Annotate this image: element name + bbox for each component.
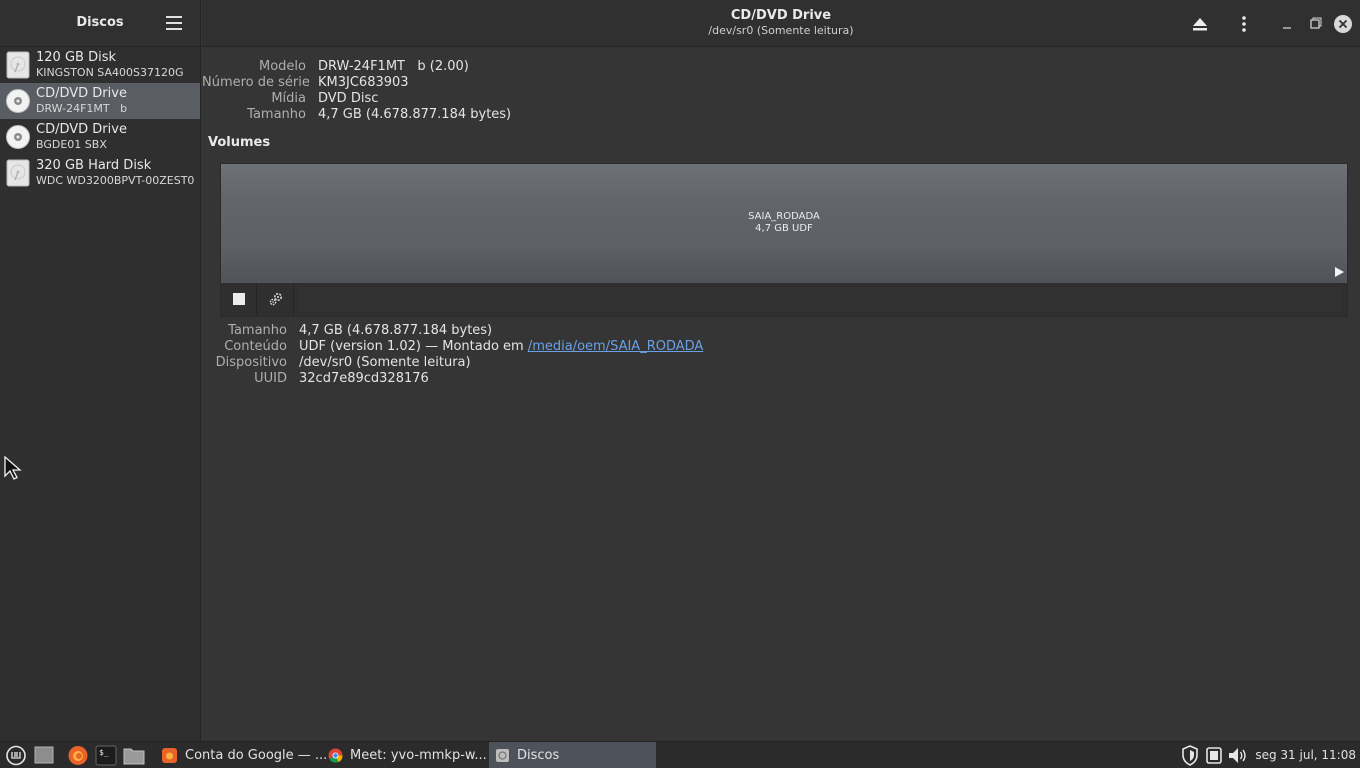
hard-disk-icon bbox=[6, 159, 30, 187]
svg-text:$_: $_ bbox=[99, 748, 109, 757]
hard-disk-icon bbox=[6, 51, 30, 79]
play-icon[interactable] bbox=[1334, 267, 1344, 277]
menu-icon[interactable] bbox=[166, 16, 182, 30]
size-value: 4,7 GB (4.678.877.184 bytes) bbox=[318, 107, 512, 122]
volume-size-value: 4,7 GB (4.678.877.184 bytes) bbox=[299, 323, 493, 338]
disk-item-cd-dvd-drive-2[interactable]: CD/DVD Drive BGDE01 SBX bbox=[0, 119, 200, 155]
show-desktop-icon[interactable] bbox=[32, 742, 56, 768]
serial-value: KM3JC683903 bbox=[318, 75, 409, 90]
files-launcher-icon[interactable] bbox=[122, 742, 146, 768]
disk-name: 120 GB Disk bbox=[36, 50, 116, 65]
taskbar-window-label: Conta do Google — ... bbox=[185, 748, 328, 763]
optical-disc-icon bbox=[6, 125, 30, 149]
content-label: Conteúdo bbox=[224, 339, 287, 354]
taskbar-window-firefox[interactable]: Conta do Google — ... bbox=[154, 742, 327, 768]
mint-menu-icon[interactable] bbox=[4, 742, 28, 768]
more-options-icon[interactable] bbox=[1230, 10, 1258, 38]
unmount-button[interactable] bbox=[221, 283, 257, 316]
volume-name: SAIA_RODADA bbox=[748, 211, 820, 222]
stop-icon bbox=[233, 293, 245, 305]
device-value: /dev/sr0 (Somente leitura) bbox=[299, 355, 471, 370]
close-icon[interactable] bbox=[1329, 10, 1357, 38]
media-label: Mídia bbox=[271, 91, 306, 106]
model-label: Modelo bbox=[259, 59, 306, 74]
media-value: DVD Disc bbox=[318, 91, 379, 106]
eject-icon[interactable] bbox=[1186, 10, 1214, 38]
disk-item-cd-dvd-drive-1[interactable]: CD/DVD Drive DRW-24F1MT b bbox=[0, 83, 200, 119]
disk-item-120gb[interactable]: 120 GB Disk KINGSTON SA400S37120G bbox=[0, 47, 200, 83]
terminal-launcher-icon[interactable]: $_ bbox=[94, 742, 118, 768]
disk-name: CD/DVD Drive bbox=[36, 86, 127, 101]
volumes-heading: Volumes bbox=[208, 135, 271, 150]
volume-settings-button[interactable] bbox=[258, 283, 294, 316]
model-value: DRW-24F1MT b (2.00) bbox=[318, 59, 469, 74]
disk-item-320gb[interactable]: 320 GB Hard Disk WDC WD3200BPVT-00ZEST0 bbox=[0, 155, 200, 191]
firefox-launcher-icon[interactable] bbox=[66, 742, 90, 768]
disk-model: WDC WD3200BPVT-00ZEST0 bbox=[36, 174, 195, 187]
disk-name: CD/DVD Drive bbox=[36, 122, 127, 137]
mount-point-link[interactable]: /media/oem/SAIA_RODADA bbox=[528, 339, 703, 354]
sidebar: Discos 120 GB Disk KINGSTON SA400S37120G… bbox=[0, 0, 201, 741]
sidebar-header: Discos bbox=[0, 0, 200, 47]
firefox-icon bbox=[162, 748, 177, 763]
disks-icon bbox=[496, 749, 509, 762]
uuid-label: UUID bbox=[254, 371, 287, 386]
content-value: UDF (version 1.02) — Montado em /media/o… bbox=[299, 339, 703, 354]
uuid-value: 32cd7e89cd328176 bbox=[299, 371, 429, 386]
volume-toolbar bbox=[221, 283, 1347, 316]
optical-disc-icon bbox=[6, 89, 30, 113]
disk-model: DRW-24F1MT b bbox=[36, 102, 128, 115]
drive-details: Modelo DRW-24F1MT b (2.00) Número de sér… bbox=[202, 48, 1360, 741]
minimize-icon[interactable] bbox=[1273, 10, 1301, 38]
mouse-cursor-icon bbox=[4, 456, 22, 480]
volume-icon[interactable] bbox=[1227, 742, 1249, 768]
volume-size: 4,7 GB UDF bbox=[755, 223, 813, 234]
taskbar-window-discos[interactable]: Discos bbox=[489, 742, 656, 768]
serial-label: Número de série bbox=[202, 75, 310, 90]
device-label: Dispositivo bbox=[215, 355, 287, 370]
network-icon[interactable] bbox=[1204, 742, 1224, 768]
toolbar-spacer bbox=[299, 287, 1341, 312]
disk-name: 320 GB Hard Disk bbox=[36, 158, 152, 173]
taskbar-window-chrome[interactable]: Meet: yvo-mmkp-w... bbox=[322, 742, 488, 768]
taskbar-window-label: Discos bbox=[517, 748, 560, 763]
gears-icon bbox=[269, 292, 283, 306]
maximize-icon[interactable] bbox=[1301, 10, 1329, 38]
main-header: CD/DVD Drive /dev/sr0 (Somente leitura) bbox=[202, 0, 1360, 47]
taskbar-window-label: Meet: yvo-mmkp-w... bbox=[350, 748, 487, 763]
content-text: UDF (version 1.02) — Montado em bbox=[299, 339, 528, 354]
disk-model: BGDE01 SBX bbox=[36, 138, 107, 151]
disk-list: 120 GB Disk KINGSTON SA400S37120G CD/DVD… bbox=[0, 47, 200, 191]
volume-map: SAIA_RODADA 4,7 GB UDF bbox=[220, 163, 1348, 317]
size-label: Tamanho bbox=[247, 107, 306, 122]
clock[interactable]: seg 31 jul, 11:08 bbox=[1255, 748, 1356, 762]
shield-icon[interactable] bbox=[1180, 742, 1200, 768]
disk-model: KINGSTON SA400S37120G bbox=[36, 66, 184, 79]
chrome-icon bbox=[328, 748, 343, 763]
volume-size-label: Tamanho bbox=[228, 323, 287, 338]
taskbar: $_ Conta do Google — ... Meet: yvo-mmkp-… bbox=[0, 741, 1360, 768]
volume-partition[interactable]: SAIA_RODADA 4,7 GB UDF bbox=[221, 164, 1347, 283]
